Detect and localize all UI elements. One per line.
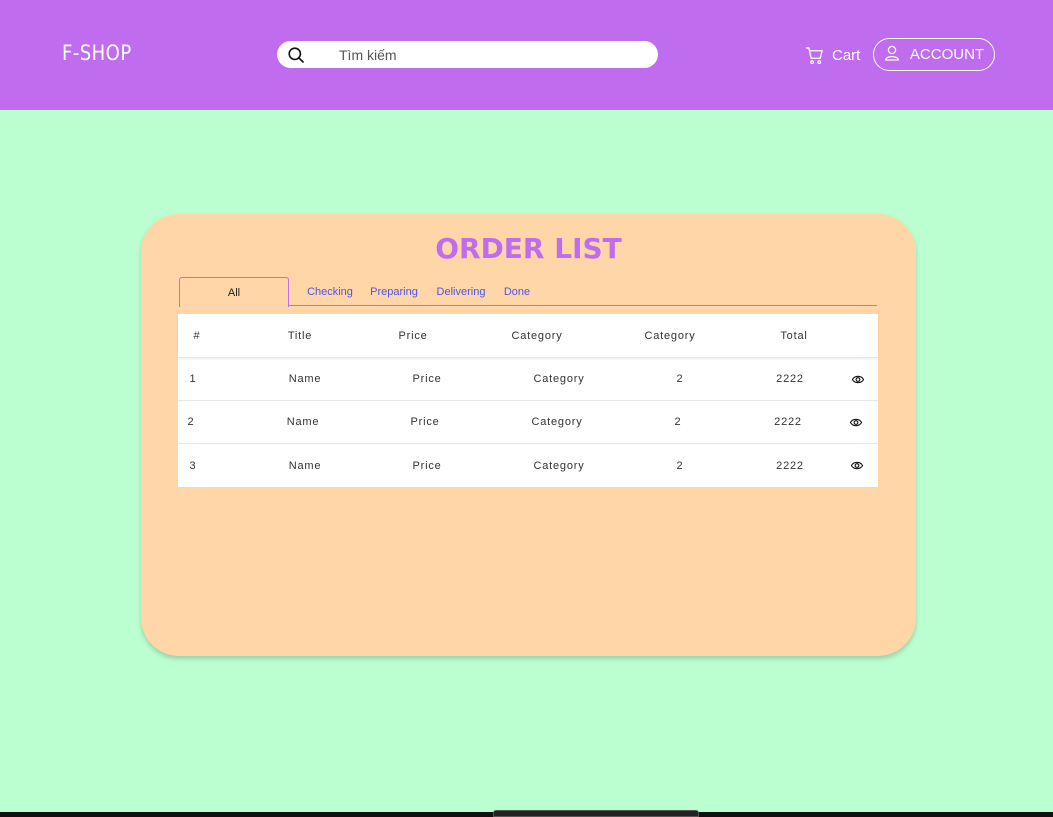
column-header-total: Total — [780, 329, 808, 342]
view-order-button[interactable] — [850, 444, 864, 487]
row-category: Category — [533, 373, 585, 385]
row-category: Category — [531, 416, 583, 428]
eye-icon — [850, 461, 864, 470]
search-input[interactable] — [339, 41, 639, 68]
order-list-card: ORDER LIST All Checking Preparing Delive… — [141, 214, 916, 656]
column-header-category: Category — [511, 329, 563, 342]
table-header-row: # Title Price Category Category Total — [178, 314, 878, 358]
row-title: Name — [288, 373, 322, 385]
row-index: 3 — [189, 459, 197, 472]
row-quantity: 2 — [674, 416, 682, 428]
logo[interactable]: F-SHOP — [62, 41, 132, 65]
table-row[interactable]: 1 Name Price Category 2 2222 — [178, 358, 878, 401]
tab-all[interactable]: All — [179, 277, 289, 307]
column-header-price: Price — [398, 329, 428, 342]
bottom-handle — [493, 810, 699, 817]
row-price: Price — [410, 416, 440, 428]
search-icon[interactable] — [288, 47, 304, 63]
row-index: 2 — [187, 416, 195, 428]
table-row[interactable]: 3 Name Price Category 2 2222 — [178, 444, 878, 487]
cart-label: Cart — [832, 46, 861, 64]
row-total: 2222 — [776, 373, 804, 385]
row-price: Price — [412, 459, 442, 472]
search-bar[interactable] — [277, 41, 658, 68]
view-order-button[interactable] — [849, 401, 863, 443]
cart-icon — [805, 46, 823, 64]
table-row[interactable]: 2 Name Price Category 2 2222 — [178, 401, 878, 444]
row-total: 2222 — [774, 416, 802, 428]
row-category: Category — [533, 459, 585, 472]
cart-link[interactable]: Cart — [805, 45, 860, 65]
tab-preparing[interactable]: Preparing — [368, 277, 420, 306]
row-title: Name — [286, 416, 320, 428]
column-header-index: # — [193, 329, 201, 342]
user-icon — [884, 45, 900, 61]
row-index: 1 — [189, 373, 197, 385]
page-title: ORDER LIST — [435, 232, 622, 265]
row-title: Name — [288, 459, 322, 472]
eye-icon — [851, 375, 865, 383]
eye-icon — [849, 418, 863, 426]
orders-table: # Title Price Category Category Total 1 … — [178, 314, 878, 487]
row-total: 2222 — [776, 459, 804, 472]
tab-done[interactable]: Done — [499, 277, 535, 306]
account-button[interactable]: ACCOUNT — [873, 38, 995, 71]
tab-delivering[interactable]: Delivering — [432, 277, 490, 306]
column-header-title: Title — [287, 329, 313, 342]
view-order-button[interactable] — [851, 358, 865, 400]
row-quantity: 2 — [676, 459, 684, 472]
row-price: Price — [412, 373, 442, 385]
tab-checking[interactable]: Checking — [304, 277, 356, 306]
column-header-category-2: Category — [644, 329, 696, 342]
account-label: ACCOUNT — [909, 46, 985, 63]
top-header: F-SHOP Cart ACCOUNT — [0, 0, 1053, 110]
row-quantity: 2 — [676, 373, 684, 385]
